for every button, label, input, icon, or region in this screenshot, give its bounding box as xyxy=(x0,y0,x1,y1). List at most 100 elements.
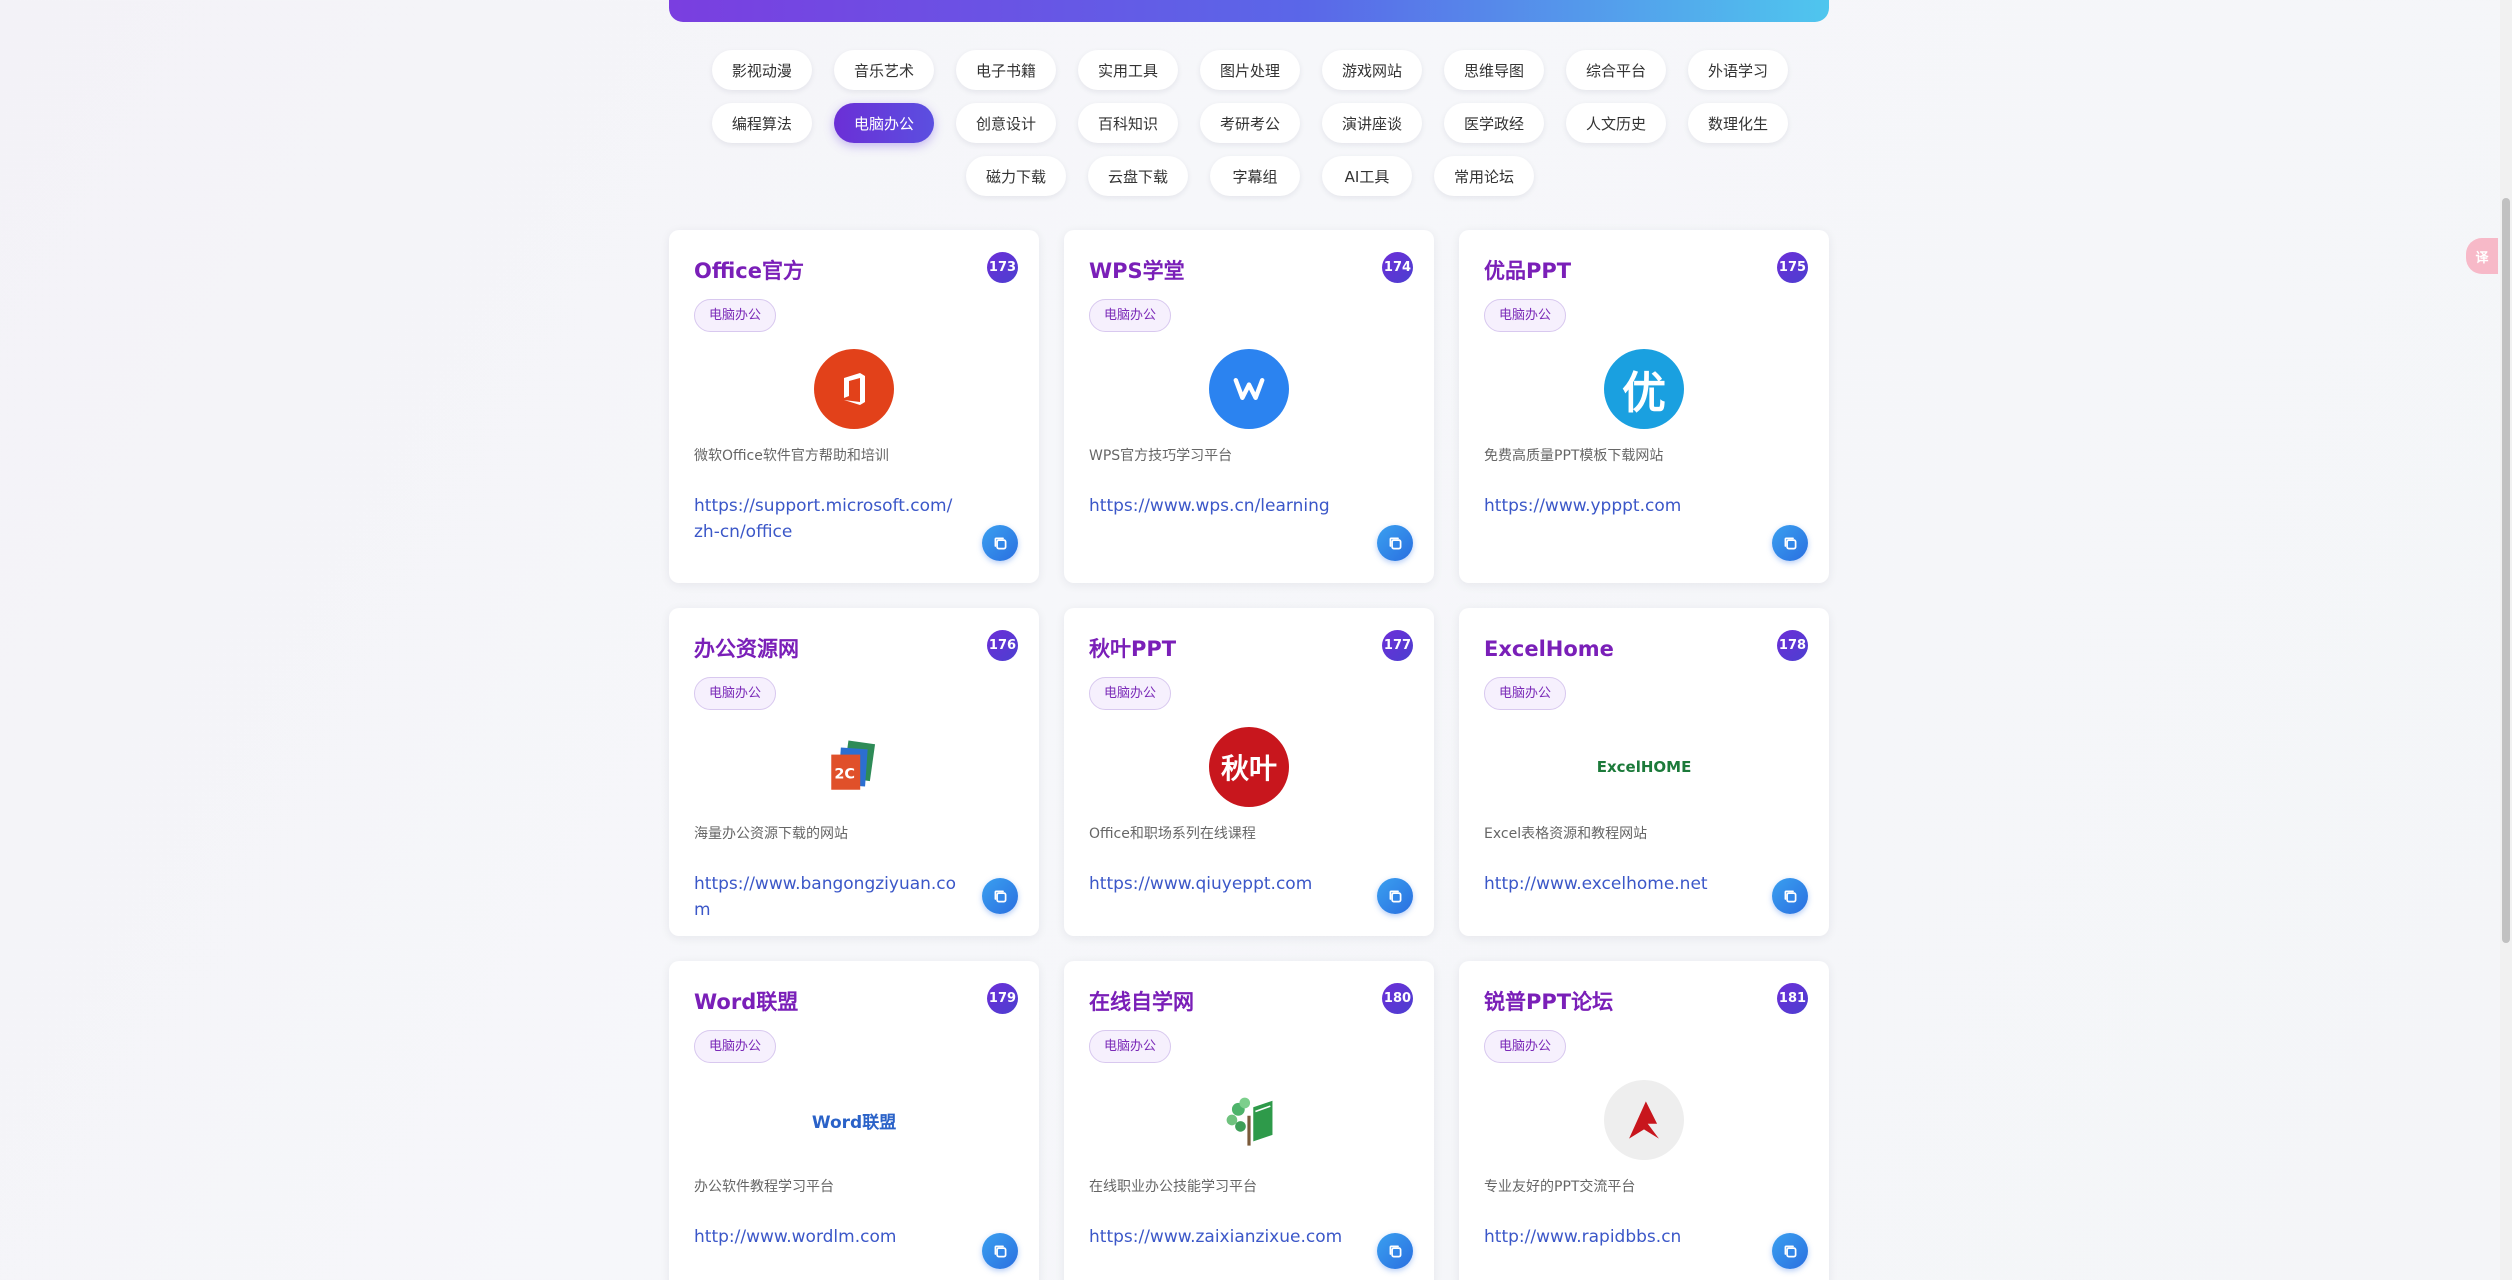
svg-text:2C: 2C xyxy=(834,766,855,782)
copy-url-button[interactable] xyxy=(1377,878,1413,914)
translate-float-button[interactable]: 译 xyxy=(2466,238,2498,274)
copy-icon xyxy=(1389,1245,1401,1257)
category-chip[interactable]: AI工具 xyxy=(1322,156,1412,196)
category-chip[interactable]: 综合平台 xyxy=(1566,50,1667,90)
card-url-link[interactable]: http://www.rapidbbs.cn xyxy=(1484,1224,1804,1250)
category-chip[interactable]: 磁力下载 xyxy=(965,156,1066,196)
copy-url-button[interactable] xyxy=(982,1233,1018,1269)
copy-icon xyxy=(1784,537,1796,549)
youpin-icon: 优 xyxy=(1604,349,1684,429)
card-logo: ExcelHOME xyxy=(1597,726,1692,808)
category-chip[interactable]: 字幕组 xyxy=(1210,156,1300,196)
card-description: 办公软件教程学习平台 xyxy=(694,1179,834,1195)
qiuye-icon: 秋叶 xyxy=(1209,727,1289,807)
card-number-badge: 173 xyxy=(987,252,1018,283)
card-description: 免费高质量PPT模板下载网站 xyxy=(1484,448,1664,464)
copy-url-button[interactable] xyxy=(982,878,1018,914)
card-number-badge: 181 xyxy=(1777,983,1808,1014)
card-title[interactable]: 办公资源网 xyxy=(694,634,1014,664)
site-card[interactable]: Office官方 173 电脑办公 微软Office软件官方帮助和培训 https://… xyxy=(669,230,1039,583)
copy-icon xyxy=(1389,537,1401,549)
card-number-badge: 174 xyxy=(1382,252,1413,283)
translate-icon: 译 xyxy=(2475,250,2489,266)
card-description: WPS官方技巧学习平台 xyxy=(1089,448,1233,464)
card-title[interactable]: Word联盟 xyxy=(694,987,1014,1017)
copy-url-button[interactable] xyxy=(1377,1233,1413,1269)
category-chip[interactable]: 人文历史 xyxy=(1566,103,1667,143)
category-chip[interactable]: 图片处理 xyxy=(1199,50,1300,90)
site-card[interactable]: 优品PPT 175 电脑办公优免费高质量PPT模板下载网站 https://www.y… xyxy=(1459,230,1829,583)
top-banner xyxy=(669,0,1829,22)
category-chip[interactable]: 游戏网站 xyxy=(1322,50,1423,90)
copy-url-button[interactable] xyxy=(1377,525,1413,561)
card-category-tag[interactable]: 电脑办公 xyxy=(1089,1030,1172,1063)
card-url-link[interactable]: https://www.wps.cn/learning xyxy=(1089,493,1409,519)
category-chip[interactable]: 外语学习 xyxy=(1688,50,1789,90)
excelhome-icon: ExcelHOME xyxy=(1596,758,1692,776)
category-chip[interactable]: 思维导图 xyxy=(1444,50,1545,90)
card-logo: Word联盟 xyxy=(811,1079,897,1161)
category-chip[interactable]: 演讲座谈 xyxy=(1322,103,1423,143)
card-title[interactable]: ExcelHome xyxy=(1484,634,1804,664)
category-chip[interactable]: 实用工具 xyxy=(1077,50,1178,90)
category-chip[interactable]: 电脑办公 xyxy=(833,103,934,143)
category-chip[interactable]: 数理化生 xyxy=(1688,103,1789,143)
card-category-tag[interactable]: 电脑办公 xyxy=(1089,299,1172,332)
site-card[interactable]: 办公资源网 176 电脑办公 2C 海量办公资源下载的网站 https://www.ban… xyxy=(669,608,1039,936)
site-card[interactable]: WPS学堂 174 电脑办公 WPS官方技巧学习平台 https://www.wps.c… xyxy=(1064,230,1434,583)
card-url-link[interactable]: http://www.excelhome.net xyxy=(1484,871,1804,897)
category-chip[interactable]: 云盘下载 xyxy=(1087,156,1188,196)
category-chip[interactable]: 考研考公 xyxy=(1199,103,1300,143)
card-title[interactable]: 在线自学网 xyxy=(1089,987,1409,1017)
card-category-tag[interactable]: 电脑办公 xyxy=(694,1030,777,1063)
site-card[interactable]: 锐普PPT论坛 181 电脑办公 专业友好的PPT交流平台 http://www.rap… xyxy=(1459,961,1829,1280)
copy-icon xyxy=(994,537,1006,549)
scrollbar-thumb[interactable] xyxy=(2502,198,2510,943)
card-title[interactable]: 锐普PPT论坛 xyxy=(1484,987,1804,1017)
card-category-tag[interactable]: 电脑办公 xyxy=(1484,299,1567,332)
card-number-badge: 179 xyxy=(987,983,1018,1014)
card-category-tag[interactable]: 电脑办公 xyxy=(1484,677,1567,710)
category-chip[interactable]: 百科知识 xyxy=(1077,103,1178,143)
category-chip[interactable]: 音乐艺术 xyxy=(833,50,934,90)
scrollbar-track[interactable] xyxy=(2500,0,2512,1280)
card-category-tag[interactable]: 电脑办公 xyxy=(1484,1030,1567,1063)
card-title[interactable]: 秋叶PPT xyxy=(1089,634,1409,664)
card-logo: 2C xyxy=(813,726,895,808)
category-nav: 影视动漫 音乐艺术 电子书籍 实用工具 图片处理 游戏网站 思维导图 综合平台 外语学习编程算法… xyxy=(680,50,1820,196)
bangong-icon: 2C xyxy=(814,727,894,807)
card-url-link[interactable]: http://www.wordlm.com xyxy=(694,1224,1014,1250)
copy-url-button[interactable] xyxy=(1772,878,1808,914)
site-card[interactable]: Word联盟 179 电脑办公 Word联盟 办公软件教程学习平台 http://www.… xyxy=(669,961,1039,1280)
card-url-link[interactable]: https://www.bangongziyuan.com xyxy=(694,871,1014,923)
category-chip[interactable]: 常用论坛 xyxy=(1434,156,1535,196)
category-chip[interactable]: 电子书籍 xyxy=(955,50,1056,90)
category-chip[interactable]: 影视动漫 xyxy=(711,50,812,90)
card-category-tag[interactable]: 电脑办公 xyxy=(1089,677,1172,710)
category-chip[interactable]: 编程算法 xyxy=(711,103,812,143)
card-url-link[interactable]: https://www.ypppt.com xyxy=(1484,493,1804,519)
card-url-link[interactable]: https://www.zaixianzixue.com xyxy=(1089,1224,1409,1250)
card-logo: 秋叶 xyxy=(1208,726,1290,808)
category-chip[interactable]: 医学政经 xyxy=(1444,103,1545,143)
card-title[interactable]: 优品PPT xyxy=(1484,256,1804,286)
site-card[interactable]: ExcelHome 178 电脑办公 ExcelHOME Excel表格资源和教程网站 h… xyxy=(1459,608,1829,936)
card-url-link[interactable]: https://www.qiuyeppt.com xyxy=(1089,871,1409,897)
copy-icon xyxy=(1389,890,1401,902)
card-category-tag[interactable]: 电脑办公 xyxy=(694,299,777,332)
copy-url-button[interactable] xyxy=(982,525,1018,561)
site-card[interactable]: 秋叶PPT 177 电脑办公 秋叶 Office和职场系列在线课程 https://www… xyxy=(1064,608,1434,936)
card-number-badge: 176 xyxy=(987,630,1018,661)
site-card[interactable]: 在线自学网 180 电脑办公 在线职业办公技能学习平台 https://www.zaix… xyxy=(1064,961,1434,1280)
copy-url-button[interactable] xyxy=(1772,525,1808,561)
wordlm-icon: Word联盟 xyxy=(811,1112,897,1133)
category-chip[interactable]: 创意设计 xyxy=(955,103,1056,143)
card-title[interactable]: WPS学堂 xyxy=(1089,256,1409,286)
copy-url-button[interactable] xyxy=(1772,1233,1808,1269)
card-logo xyxy=(1208,1079,1290,1161)
card-category-tag[interactable]: 电脑办公 xyxy=(694,677,777,710)
card-number-badge: 180 xyxy=(1382,983,1413,1014)
card-title[interactable]: Office官方 xyxy=(694,256,1014,286)
copy-icon xyxy=(994,890,1006,902)
card-url-link[interactable]: https://support.microsoft.com/zh-cn/offi… xyxy=(694,493,1014,545)
